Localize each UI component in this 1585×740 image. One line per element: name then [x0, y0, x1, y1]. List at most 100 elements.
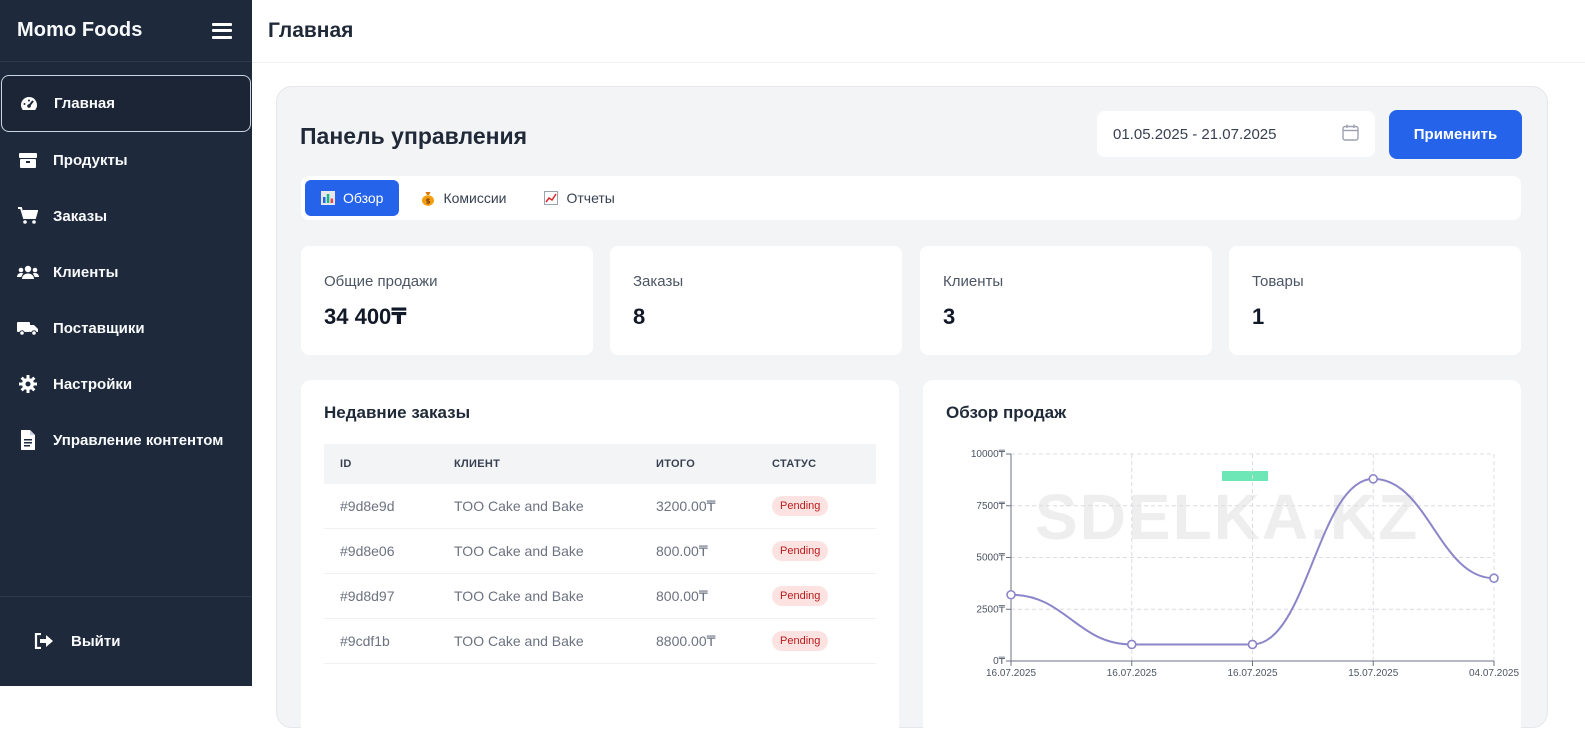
stat-card-orders: Заказы 8 — [610, 246, 902, 355]
order-status-cell: Pending — [756, 573, 876, 619]
x-tick-label: 04.07.2025 — [1469, 668, 1519, 679]
status-badge: Pending — [772, 586, 829, 606]
line-chart-icon — [544, 191, 559, 205]
gear-icon — [17, 374, 39, 394]
data-point — [1489, 573, 1499, 583]
order-total: 800.00₸ — [640, 528, 756, 574]
column-header-status[interactable]: СТАТУС — [756, 444, 876, 484]
data-point — [1247, 639, 1258, 650]
page-title: Главная — [268, 19, 354, 42]
sidebar-item-label: Главная — [54, 95, 116, 112]
sidebar-item-content[interactable]: Управление контентом — [0, 412, 252, 468]
sales-overview-card: Обзор продаж SDELKA.KZ 0₸ 2500₸ 5000₸ 7500₸… — [923, 380, 1521, 740]
box-icon — [17, 150, 39, 170]
stat-value: 34 400₸ — [324, 304, 407, 329]
order-client: TOO Cake and Bake — [438, 484, 640, 529]
stat-label: Товары — [1252, 273, 1304, 290]
stat-value: 1 — [1252, 304, 1265, 329]
table-row[interactable]: #9cdf1b TOO Cake and Bake 8800.00₸ Pendi… — [324, 618, 876, 664]
stat-label: Заказы — [633, 273, 684, 290]
sidebar: Momo Foods Главная Продукты Заказы Клиен… — [0, 0, 252, 686]
sidebar-item-home[interactable]: Главная — [1, 75, 251, 132]
logout-icon — [33, 631, 55, 651]
status-badge: Pending — [772, 496, 829, 516]
top-header: Главная — [252, 0, 1585, 63]
panel-title: Панель управления — [300, 123, 528, 149]
y-tick-label: 2500₸ — [976, 604, 1005, 615]
order-status-cell: Pending — [756, 484, 876, 529]
sidebar-item-label: Настройки — [53, 375, 133, 393]
tab-overview[interactable]: Обзор — [305, 180, 400, 216]
order-id: #9d8d97 — [324, 573, 438, 619]
table-row[interactable]: #9d8e9d TOO Cake and Bake 3200.00₸ Pendi… — [324, 484, 876, 529]
logout-label: Выйти — [71, 632, 121, 650]
stat-card-products: Товары 1 — [1229, 246, 1521, 355]
order-total: 3200.00₸ — [640, 484, 756, 529]
data-point — [1126, 639, 1137, 650]
tab-commissions[interactable]: $ Комиссии — [405, 180, 522, 216]
recent-orders-card: Недавние заказы ID КЛИЕНТ ИТОГО СТАТУС #… — [301, 380, 899, 740]
sidebar-item-settings[interactable]: Настройки — [0, 356, 252, 412]
sidebar-item-label: Заказы — [53, 207, 108, 225]
sidebar-item-label: Клиенты — [53, 263, 119, 281]
order-status-cell: Pending — [756, 528, 876, 574]
date-range-input[interactable]: 01.05.2025 - 21.07.2025 — [1097, 111, 1375, 157]
sidebar-item-label: Продукты — [53, 151, 128, 169]
stat-card-clients: Клиенты 3 — [920, 246, 1212, 355]
sidebar-footer: Выйти — [0, 596, 252, 686]
status-badge: Pending — [772, 631, 829, 651]
y-tick-label: 7500₸ — [976, 501, 1005, 512]
x-tick-label: 16.07.2025 — [986, 668, 1036, 679]
table-row[interactable]: #9d8e06 TOO Cake and Bake 800.00₸ Pendin… — [324, 528, 876, 574]
stat-label: Клиенты — [943, 273, 1004, 290]
x-tick-label: 16.07.2025 — [1107, 668, 1157, 679]
column-header-id[interactable]: ID — [324, 444, 438, 484]
sidebar-item-orders[interactable]: Заказы — [0, 188, 252, 244]
dashboard-icon — [18, 94, 40, 114]
sidebar-item-products[interactable]: Продукты — [0, 132, 252, 188]
date-range-value: 01.05.2025 - 21.07.2025 — [1113, 125, 1277, 143]
data-point — [1368, 474, 1379, 484]
table-header-row: ID КЛИЕНТ ИТОГО СТАТУС — [324, 444, 876, 484]
brand-logo: Momo Foods — [17, 19, 143, 41]
order-id: #9d8e9d — [324, 484, 438, 529]
y-tick-label: 0₸ — [993, 656, 1006, 667]
sidebar-item-label: Поставщики — [53, 319, 145, 337]
order-status-cell: Pending — [756, 618, 876, 664]
dashboard-panel: Панель управления 01.05.2025 - 21.07.202… — [276, 86, 1548, 740]
stat-label: Общие продажи — [324, 273, 438, 290]
calendar-icon[interactable] — [1342, 124, 1359, 145]
order-client: TOO Cake and Bake — [438, 573, 640, 619]
brand-row: Momo Foods — [0, 0, 252, 62]
apply-button[interactable]: Применить — [1389, 110, 1522, 159]
order-client: TOO Cake and Bake — [438, 528, 640, 574]
order-total: 800.00₸ — [640, 573, 756, 619]
sidebar-nav: Главная Продукты Заказы Клиенты Поставщи… — [0, 75, 252, 468]
sales-chart: 0₸ 2500₸ 5000₸ 7500₸ 10000₸ 16.07.2025 16.07.2… — [971, 449, 1520, 679]
sidebar-item-clients[interactable]: Клиенты — [0, 244, 252, 300]
x-tick-label: 15.07.2025 — [1348, 668, 1398, 679]
order-client: TOO Cake and Bake — [438, 618, 640, 664]
y-tick-label: 10000₸ — [971, 449, 1006, 460]
sidebar-item-suppliers[interactable]: Поставщики — [0, 300, 252, 356]
cart-icon — [17, 206, 39, 226]
stat-value: 8 — [633, 304, 646, 329]
menu-toggle-icon[interactable] — [212, 22, 232, 39]
tab-reports[interactable]: Отчеты — [528, 180, 630, 216]
order-total: 8800.00₸ — [640, 618, 756, 664]
users-icon — [17, 262, 39, 282]
stat-value: 3 — [943, 304, 956, 329]
tab-bar: Обзор $ Комиссии Отчеты — [301, 176, 1521, 220]
logout-button[interactable]: Выйти — [33, 631, 120, 651]
y-tick-label: 5000₸ — [976, 553, 1005, 564]
bar-chart-icon — [321, 191, 335, 205]
column-header-client[interactable]: КЛИЕНТ — [438, 444, 640, 484]
table-row[interactable]: #9d8d97 TOO Cake and Bake 800.00₸ Pendin… — [324, 573, 876, 619]
column-header-total[interactable]: ИТОГО — [640, 444, 756, 484]
status-badge: Pending — [772, 541, 829, 561]
stat-card-total-sales: Общие продажи 34 400₸ — [301, 246, 593, 355]
sidebar-item-label: Управление контентом — [53, 431, 224, 449]
x-tick-label: 16.07.2025 — [1227, 668, 1277, 679]
truck-icon — [17, 318, 39, 338]
legend-swatch — [1222, 471, 1268, 481]
